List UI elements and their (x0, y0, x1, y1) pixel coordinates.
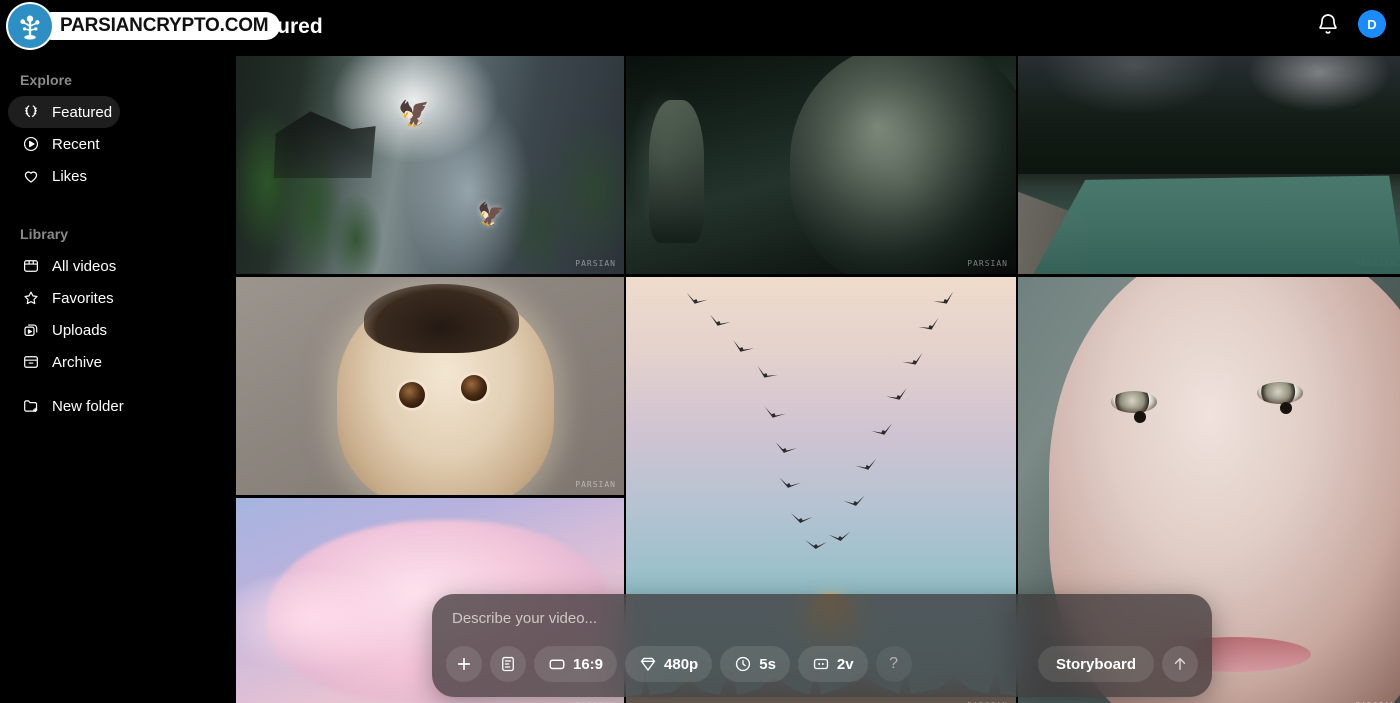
face-eye (1257, 382, 1304, 405)
laurel-wreath-icon (22, 103, 40, 121)
sidebar-item-recent[interactable]: Recent (8, 128, 120, 160)
folder-plus-icon (22, 397, 40, 415)
variations-button[interactable]: 2v (797, 646, 868, 682)
grid-videos-icon (22, 257, 40, 275)
arrow-up-icon (1171, 655, 1189, 673)
brand-logo-text: PARSIANCRYPTO.COM (38, 12, 281, 40)
sidebar-item-label: New folder (52, 397, 124, 415)
storyboard-button[interactable]: Storyboard (1037, 646, 1154, 682)
storyboard-label: Storyboard (1055, 655, 1136, 673)
submit-button[interactable] (1162, 646, 1198, 682)
top-bar: PARSIANCRYPTO.COM Featured D (0, 0, 1400, 56)
star-icon (22, 289, 40, 307)
watermark: PARSIAN (1355, 259, 1396, 268)
upload-video-icon (22, 321, 40, 339)
face-eye (1110, 391, 1157, 414)
tree-molecule-icon (8, 4, 52, 48)
sidebar-item-favorites[interactable]: Favorites (8, 282, 120, 314)
gem-icon (639, 655, 657, 673)
avatar[interactable]: D (1358, 10, 1386, 38)
sidebar-item-label: All videos (52, 257, 117, 275)
sidebar-item-uploads[interactable]: Uploads (8, 314, 120, 346)
sidebar: Explore Featured Recent Likes Library Al… (0, 56, 236, 703)
heart-icon (22, 167, 40, 185)
sidebar-item-label: Likes (52, 167, 88, 185)
face-pupil (1280, 402, 1293, 415)
pool-deck (1018, 191, 1088, 274)
sidebar-item-archive[interactable]: Archive (8, 346, 120, 378)
help-button[interactable]: ? (875, 646, 912, 682)
bird-glyph-icon: 🦅 (475, 200, 506, 229)
question-icon: ? (889, 655, 899, 672)
sidebar-item-label: Favorites (52, 289, 114, 307)
sidebar-item-featured[interactable]: Featured (8, 96, 120, 128)
sidebar-divider-space (0, 378, 236, 390)
document-list-icon (499, 655, 517, 673)
brand-logo[interactable]: PARSIANCRYPTO.COM (8, 4, 281, 48)
waterfall-pagoda-video[interactable]: 🦅 🦅 PARSIAN (236, 56, 624, 274)
prompt-input[interactable]: Describe your video... (452, 610, 597, 627)
variations-value: 2v (836, 655, 854, 673)
sidebar-item-label: Uploads (52, 321, 108, 339)
sidebar-item-label: Featured (52, 103, 113, 121)
prompt-bar: Describe your video... 16:9 480p 5s 2v ?… (432, 594, 1212, 697)
watermark: PARSIAN (967, 259, 1008, 268)
duration-button[interactable]: 5s (720, 646, 790, 682)
aspect-ratio-button[interactable]: 16:9 (534, 646, 618, 682)
app-root: PARSIANCRYPTO.COM Featured D Explore (0, 0, 1400, 703)
watermark: PARSIAN (575, 480, 616, 489)
bell-icon[interactable] (1316, 12, 1340, 36)
face-pupil (1133, 410, 1146, 423)
prompt-options-row: 16:9 480p 5s 2v ? Storyboard (446, 646, 1198, 682)
capuchin-monkey-video[interactable]: PARSIAN (236, 277, 624, 495)
monkey-eye (398, 381, 425, 408)
presets-button[interactable] (490, 646, 526, 682)
sidebar-item-likes[interactable]: Likes (8, 160, 120, 192)
sidebar-section-library: Library (20, 226, 69, 242)
multi-card-icon (812, 655, 830, 673)
sidebar-item-label: Archive (52, 353, 103, 371)
frame-icon (548, 655, 566, 673)
duration-value: 5s (759, 655, 776, 673)
archive-box-icon (22, 353, 40, 371)
green-sculpture-video[interactable]: PARSIAN (626, 56, 1016, 274)
resolution-value: 480p (664, 655, 699, 673)
sidebar-item-new-folder[interactable]: New folder (8, 390, 124, 422)
sidebar-item-label: Recent (52, 135, 100, 153)
sidebar-section-explore: Explore (20, 72, 73, 88)
watermark: PARSIAN (575, 259, 616, 268)
resolution-button[interactable]: 480p (625, 646, 713, 682)
monkey-eye (461, 375, 488, 402)
top-bar-actions: D (1316, 10, 1386, 38)
add-attachment-button[interactable] (446, 646, 482, 682)
play-circle-icon (22, 135, 40, 153)
plus-icon (455, 655, 473, 673)
sidebar-item-all-videos[interactable]: All videos (8, 250, 120, 282)
clock-icon (734, 655, 752, 673)
bird-glyph-icon: 🦅 (397, 95, 434, 130)
swimming-pool-video[interactable]: PARSIAN (1018, 56, 1400, 274)
aspect-ratio-value: 16:9 (573, 655, 604, 673)
